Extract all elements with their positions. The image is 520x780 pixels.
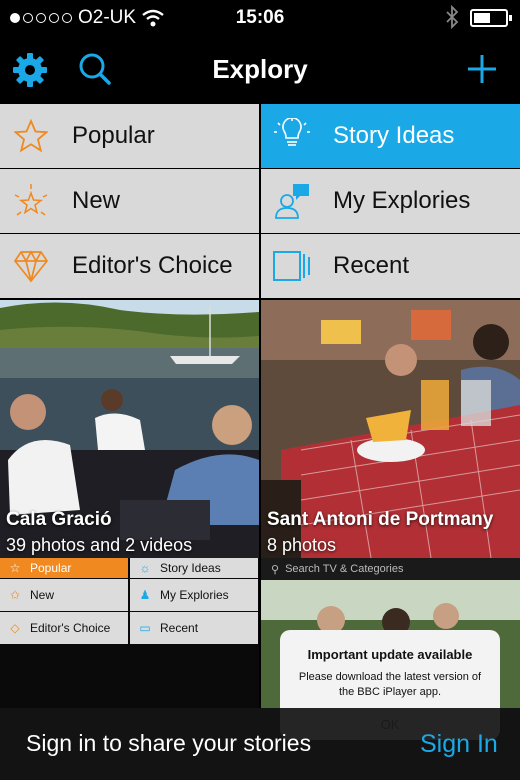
- story-caption: Cala Gració 39 photos and 2 videos: [6, 509, 192, 556]
- mini-label: My Explories: [160, 588, 229, 602]
- mini-label: Story Ideas: [160, 561, 221, 575]
- story-name: Sant Antoni de Portmany: [267, 509, 494, 530]
- category-grid: Popular Story Ideas New My Explories Edi…: [0, 104, 520, 299]
- person-chat-icon: ♟: [139, 588, 151, 602]
- sign-in-message: Sign in to share your stories: [26, 730, 312, 756]
- category-popular[interactable]: Popular: [0, 104, 259, 168]
- diamond-icon: [2, 234, 60, 298]
- sign-in-button[interactable]: Sign In: [420, 730, 498, 759]
- bbc-search-placeholder: Search TV & Categories: [285, 563, 404, 575]
- lightbulb-icon: ☼: [139, 561, 151, 575]
- sparkle-star-icon: ✩: [9, 588, 21, 602]
- story-count: 8 photos: [267, 535, 337, 555]
- search-icon: ⚲: [271, 563, 280, 576]
- mini-category-new: ✩ New: [0, 579, 128, 611]
- diamond-icon: ◇: [10, 621, 20, 635]
- lightbulb-icon: [263, 104, 321, 168]
- add-story-icon[interactable]: [465, 52, 499, 86]
- dialog-title: Important update available: [307, 647, 473, 662]
- story-count: 39 photos and 2 videos: [6, 535, 193, 555]
- star-icon: ☆: [9, 561, 21, 575]
- dialog-message: Please download the latest version of th…: [298, 671, 482, 698]
- mini-category-popular: ☆ Popular: [0, 558, 128, 578]
- battery-icon: [470, 9, 512, 27]
- mini-label: Recent: [160, 621, 199, 635]
- status-bar: O2-UK 15:06: [0, 0, 520, 36]
- sparkle-star-icon: [2, 169, 60, 233]
- story-name: Cala Gració: [6, 509, 112, 530]
- story-card-sant-antoni[interactable]: Sant Antoni de Portmany 8 photos: [261, 300, 520, 558]
- person-chat-icon: [263, 169, 321, 233]
- recent-frames-icon: [263, 234, 321, 298]
- navigation-bar: Explory: [0, 36, 520, 104]
- category-label: Story Ideas: [333, 122, 455, 149]
- mini-label: Popular: [30, 561, 72, 575]
- category-editors-choice[interactable]: Editor's Choice: [0, 234, 259, 298]
- mini-label: New: [30, 588, 55, 602]
- category-new[interactable]: New: [0, 169, 259, 233]
- category-label: New: [72, 187, 121, 214]
- mini-category-story-ideas: ☼ Story Ideas: [130, 558, 258, 578]
- sign-in-banner: Sign in to share your stories Sign In: [0, 708, 520, 780]
- category-story-ideas[interactable]: Story Ideas: [261, 104, 520, 168]
- star-icon: [2, 104, 60, 168]
- category-label: Popular: [72, 122, 155, 149]
- story-card-cala-gracio[interactable]: Cala Gració 39 photos and 2 videos: [0, 300, 259, 558]
- page-title: Explory: [212, 54, 308, 84]
- bluetooth-icon: [446, 5, 459, 29]
- category-my-explories[interactable]: My Explories: [261, 169, 520, 233]
- recent-frames-icon: ▭: [139, 621, 151, 635]
- mini-label: Editor's Choice: [30, 621, 111, 635]
- mini-category-editors-choice: ◇ Editor's Choice: [0, 612, 128, 644]
- category-label: My Explories: [333, 187, 471, 214]
- mini-category-my-explories: ♟ My Explories: [130, 579, 258, 611]
- clock: 15:06: [235, 7, 285, 28]
- category-recent[interactable]: Recent: [261, 234, 520, 298]
- category-label: Recent: [333, 252, 410, 279]
- story-caption: Sant Antoni de Portmany 8 photos: [267, 509, 493, 556]
- mini-category-recent: ▭ Recent: [130, 612, 258, 644]
- story-preview-explory-screenshot[interactable]: ☆ Popular ☼ Story Ideas ✩ New ♟ My Explories…: [0, 558, 259, 708]
- bbc-search-bar: ⚲ Search TV & Categories: [261, 558, 520, 580]
- category-label: Editor's Choice: [72, 252, 233, 279]
